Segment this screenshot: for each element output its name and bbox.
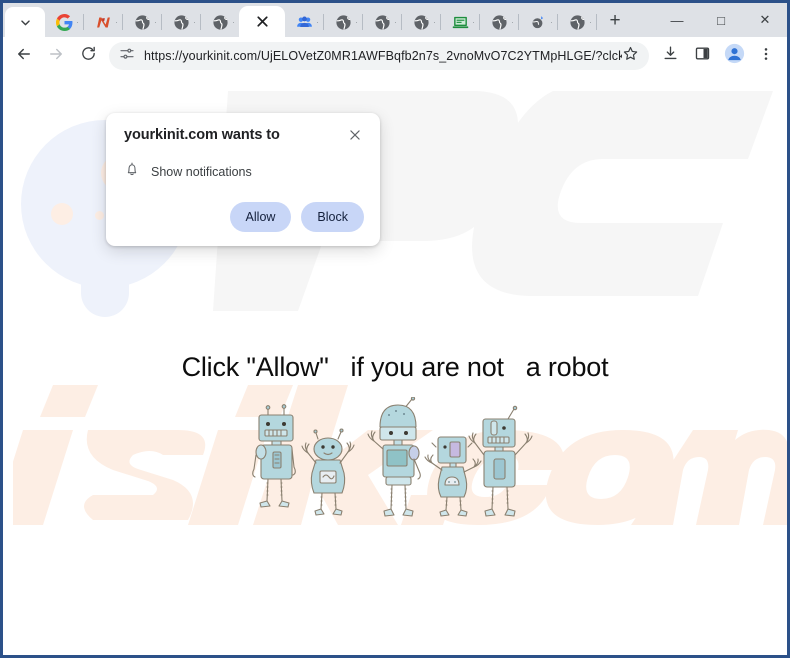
network-n-icon xyxy=(95,14,112,31)
tab-dot: · xyxy=(76,17,79,27)
download-icon xyxy=(662,45,679,67)
close-icon[interactable] xyxy=(254,13,271,30)
block-button[interactable]: Block xyxy=(301,202,364,232)
address-bar[interactable]: https://yourkinit.com/UjELOVetZ0MR1AWFBq… xyxy=(109,42,649,70)
tab-people[interactable]: · xyxy=(285,7,323,37)
tab-dot: · xyxy=(193,17,196,27)
tab-globe-3[interactable]: · xyxy=(201,7,239,37)
window-controls: — □ ✕ xyxy=(655,3,787,37)
new-tab-button[interactable]: + xyxy=(601,7,629,35)
tab-globe-4[interactable]: · xyxy=(324,7,362,37)
permission-dialog-close-button[interactable] xyxy=(346,126,364,144)
tab-globe-1[interactable]: · xyxy=(123,7,161,37)
tab-dot: · xyxy=(511,17,514,27)
tab-search-chevron[interactable] xyxy=(5,7,45,37)
globe-icon xyxy=(212,14,229,31)
permission-row-notifications: Show notifications xyxy=(124,161,364,182)
laptop-icon xyxy=(452,14,469,31)
download-button[interactable] xyxy=(655,41,685,71)
globe-icon xyxy=(569,14,586,31)
globe-icon xyxy=(335,14,352,31)
permission-dialog-actions: Allow Block xyxy=(124,202,364,232)
profile-avatar-icon xyxy=(724,43,745,69)
profile-button[interactable] xyxy=(719,41,749,71)
tab-globe-6[interactable]: · xyxy=(402,7,440,37)
permission-dialog-title: yourkinit.com wants to xyxy=(124,127,280,143)
tab-google[interactable]: · xyxy=(45,7,83,37)
page-viewport: Click "Allow" if you are not a robot you… xyxy=(3,75,787,655)
tab-dot: · xyxy=(232,17,235,27)
tab-dot: · xyxy=(316,17,319,27)
tab-dot: · xyxy=(115,17,118,27)
globe-icon xyxy=(134,14,151,31)
robots-illustration xyxy=(246,396,546,523)
maximize-button[interactable]: □ xyxy=(699,4,743,36)
permission-row-label: Show notifications xyxy=(151,164,252,179)
reload-icon xyxy=(80,45,97,67)
allow-button[interactable]: Allow xyxy=(229,202,292,232)
tab-globe-8[interactable]: · xyxy=(558,7,596,37)
notification-permission-dialog: yourkinit.com wants to Show notification… xyxy=(106,113,380,246)
address-bar-url: https://yourkinit.com/UjELOVetZ0MR1AWFBq… xyxy=(144,49,622,63)
site-settings-icon[interactable] xyxy=(119,46,135,67)
close-window-button[interactable]: ✕ xyxy=(743,4,787,36)
three-dot-menu-icon xyxy=(758,46,774,67)
tab-dot: · xyxy=(154,17,157,27)
tab-divider xyxy=(596,14,597,30)
forward-arrow-icon xyxy=(47,45,65,68)
side-panel-button[interactable] xyxy=(687,41,717,71)
tab-network[interactable]: · xyxy=(84,7,122,37)
side-panel-icon xyxy=(694,45,711,67)
three-dot-menu-button[interactable] xyxy=(751,41,781,71)
tab-active-current[interactable] xyxy=(239,6,285,37)
browser-toolbar: https://yourkinit.com/UjELOVetZ0MR1AWFBq… xyxy=(3,37,787,75)
tab-globe-5[interactable]: · xyxy=(363,7,401,37)
back-arrow-icon xyxy=(15,45,33,68)
tab-strip: · · · · · · · · · · · · · + — □ ✕ xyxy=(3,3,787,37)
tab-globe-blue[interactable]: · xyxy=(519,7,557,37)
google-icon xyxy=(55,13,73,31)
tab-dot: · xyxy=(355,17,358,27)
chevron-down-icon xyxy=(17,14,34,31)
decorative-peach-dot-2 xyxy=(51,203,73,225)
browser-window: · · · · · · · · · · · · · + — □ ✕ https:… xyxy=(0,0,790,658)
tab-dot: · xyxy=(433,17,436,27)
minimize-button[interactable]: — xyxy=(655,4,699,36)
globe-small-icon xyxy=(530,14,547,31)
people-icon xyxy=(296,14,313,31)
forward-button[interactable] xyxy=(41,41,71,71)
tab-dot: · xyxy=(550,17,553,27)
tab-laptop[interactable]: · xyxy=(441,7,479,37)
permission-dialog-header: yourkinit.com wants to xyxy=(124,127,364,144)
globe-icon xyxy=(413,14,430,31)
page-headline: Click "Allow" if you are not a robot xyxy=(181,352,609,382)
back-button[interactable] xyxy=(9,41,39,71)
tab-globe-2[interactable]: · xyxy=(162,7,200,37)
tab-globe-7[interactable]: · xyxy=(480,7,518,37)
tab-dot: · xyxy=(472,17,475,27)
reload-button[interactable] xyxy=(73,41,103,71)
tab-dot: · xyxy=(394,17,397,27)
star-icon[interactable] xyxy=(622,45,639,67)
globe-icon xyxy=(491,14,508,31)
decorative-peach-dot-3 xyxy=(95,211,104,220)
globe-icon xyxy=(374,14,391,31)
bell-icon xyxy=(124,161,140,182)
globe-icon xyxy=(173,14,190,31)
tab-dot: · xyxy=(589,17,592,27)
